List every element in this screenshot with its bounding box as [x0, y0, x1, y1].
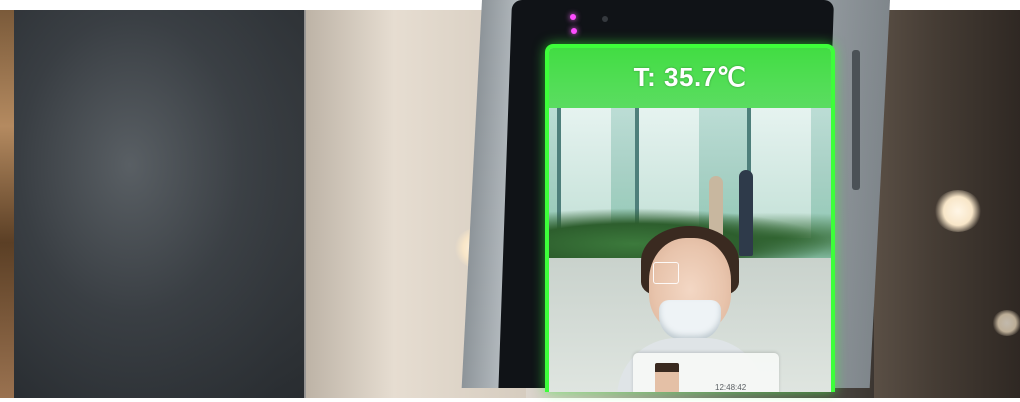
- capture-thumbnail: [655, 363, 679, 392]
- temperature-bar: T: 35.7℃: [549, 48, 831, 108]
- face-detection-box-icon: [653, 262, 679, 284]
- kiosk-side-slot: [852, 50, 860, 190]
- temperature-readout: T: 35.7℃: [633, 62, 747, 92]
- camera-lens-icon: [602, 16, 608, 22]
- sensor-light-icon: [570, 14, 576, 20]
- sensor-light-icon: [571, 28, 577, 34]
- subject-face-mask: [659, 300, 721, 340]
- capture-time: 12:48:42: [715, 383, 747, 392]
- bokeh-light-far-right: [992, 310, 1020, 336]
- background-person: [739, 170, 753, 256]
- scanner-screen: T: 35.7℃ 12:48:42: [545, 44, 835, 392]
- photo-left-edge: [0, 10, 14, 398]
- capture-record-card: 12:48:42: [633, 353, 779, 392]
- dark-marble-column: [14, 10, 304, 398]
- bokeh-light-right: [934, 190, 982, 232]
